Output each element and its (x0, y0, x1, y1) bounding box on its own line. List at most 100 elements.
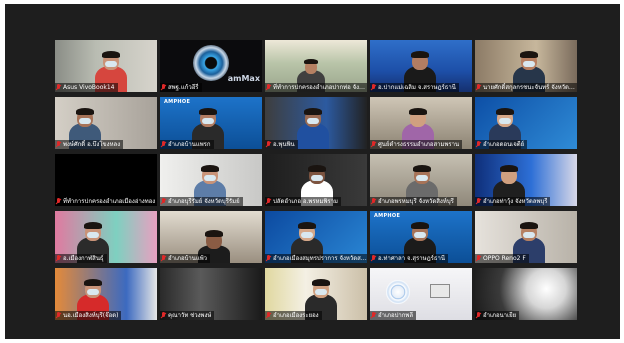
participant-name: อำเภอบ้านแพ้ว (168, 255, 208, 262)
muted-mic-icon (55, 197, 62, 206)
participant-name: ที่ทำการปกครองอำเภอปากท่อ จังหวัดราชบุรี (273, 84, 367, 91)
participant-tile[interactable]: อำเภอปากพลี (370, 268, 472, 320)
face-mask (105, 61, 117, 67)
participant-nameplate: อำเภอเมืองระยอง (265, 311, 322, 320)
participant-name: สพฐ.แก้วอีรี่ (168, 84, 199, 91)
muted-mic-icon (160, 254, 167, 263)
participant-tile[interactable]: อำเภอพรหมบุรี จังหวัดสิงห์บุรี (370, 154, 472, 206)
participant-tile[interactable]: อ.ปากแม่เฉลิม จ.สราษฎร์ธานี (370, 40, 472, 92)
participant-hair (496, 108, 514, 115)
participant-nameplate: สพฐ.แก้วอีรี่ (160, 83, 202, 92)
participant-tile[interactable]: ที่ทำการปกครองอำเภอปากท่อ จังหวัดราชบุรี (265, 40, 367, 92)
participant-nameplate: อำเภอบ้านแพรก (160, 140, 214, 149)
participant-hair (298, 222, 316, 229)
muted-mic-icon (160, 83, 167, 92)
participant-name: อำเภอบุรีรัมย์ จังหวัดบุรีรัมย์ (168, 198, 240, 205)
muted-mic-icon (55, 83, 62, 92)
face-mask (87, 232, 99, 238)
participant-tile[interactable]: นายศักดิ์สกุลกรชนะจันทร์ จังหวัดศรีสะเกษ (475, 40, 577, 92)
video-gallery: Asus VivoBook14 amMax สพฐ.แก้วอีรี่ ที่ทำกา… (5, 4, 620, 339)
muted-mic-icon (55, 311, 62, 320)
face-mask (307, 118, 319, 124)
participant-name: อ.เมืองกาฬสินธุ์ (63, 255, 104, 262)
participant-tile[interactable]: ปลัดอำเภอ อ.พรหมพิราม (265, 154, 367, 206)
participant-nameplate: อำเภอเมืองสมุทรปราการ จังหวัดสมุทรปราการ (265, 254, 367, 263)
participant-tile[interactable]: ที่ทำการปกครองอำเภอเมืองอ่างทอง (55, 154, 157, 206)
participant-name: ปลัดอำเภอ อ.พรหมพิราม (273, 198, 338, 205)
participant-name: ศูนย์ดำรงธรรมอำเภอสามพราน (378, 141, 460, 148)
muted-mic-icon (265, 197, 272, 206)
participant-tile[interactable]: AMPHOE อำเภอบ้านแพรก (160, 97, 262, 149)
participant-nameplate: ที่ทำการปกครองอำเภอเมืองอ่างทอง (55, 197, 157, 206)
participant-hair (520, 222, 538, 229)
face-mask (79, 118, 91, 124)
participant-name: อำเภอท่าวุ้ง จังหวัดลพบุรี (483, 198, 548, 205)
participant-nameplate: ที่ทำการปกครองอำเภอปากท่อ จังหวัดราชบุรี (265, 83, 367, 92)
participant-tile[interactable]: อำเภอเมืองระยอง (265, 268, 367, 320)
muted-mic-icon (370, 83, 377, 92)
participant-tile[interactable]: อ.พุนพิน (265, 97, 367, 149)
participant-hair (102, 51, 120, 58)
participant-nameplate: Asus VivoBook14 (55, 83, 118, 92)
participant-hair (411, 222, 429, 229)
participant-hair (201, 165, 219, 172)
participant-tile[interactable]: นอ.เมืองสิงห์บุรี(จ๊อด) (55, 268, 157, 320)
muted-mic-icon (475, 83, 482, 92)
participant-nameplate: อำเภอบุรีรัมย์ จังหวัดบุรีรัมย์ (160, 197, 243, 206)
participant-nameplate: คุณาวัท ช่วงพงษ์ (160, 311, 215, 320)
amphoe-banner-label: AMPHOE (164, 99, 191, 105)
participant-tile[interactable]: อำเภอดอนเจดีย์ (475, 97, 577, 149)
participant-tile[interactable]: AMPHOE อ.ท่าศาลา จ.สุราษฎร์ธานี (370, 211, 472, 263)
participant-name: พงษ์ศักดิ์ อ.บึงโขงหลง (63, 141, 121, 148)
muted-mic-icon (475, 140, 482, 149)
participant-hair (500, 165, 518, 172)
meeting-window: Asus VivoBook14 amMax สพฐ.แก้วอีรี่ ที่ทำกา… (5, 4, 620, 339)
participant-nameplate: อำเภอดอนเจดีย์ (475, 140, 528, 149)
face-mask (315, 289, 327, 295)
laptop-icon (430, 284, 450, 298)
participant-name: อำเภอเมืองระยอง (273, 312, 319, 319)
participant-tile[interactable]: amMax สพฐ.แก้วอีรี่ (160, 40, 262, 92)
face-mask (416, 175, 428, 181)
participant-hair (76, 108, 94, 115)
face-mask (523, 61, 535, 67)
participant-name: Asus VivoBook14 (63, 84, 115, 91)
webcam-logo-icon (193, 45, 229, 81)
participant-tile[interactable]: พงษ์ศักดิ์ อ.บึงโขงหลง (55, 97, 157, 149)
participant-tile[interactable]: อำเภอเมืองสมุทรปราการ จังหวัดสมุทรปราการ (265, 211, 367, 263)
muted-mic-icon (160, 197, 167, 206)
face-mask (204, 175, 216, 181)
participant-name: ที่ทำการปกครองอำเภอเมืองอ่างทอง (63, 198, 156, 205)
muted-mic-icon (370, 254, 377, 263)
participant-hair (308, 165, 326, 172)
participant-hair (304, 108, 322, 115)
participant-tile[interactable]: อำเภอท่าวุ้ง จังหวัดลพบุรี (475, 154, 577, 206)
muted-mic-icon (265, 140, 272, 149)
face-mask (87, 289, 99, 295)
participant-nameplate: อ.เมืองกาฬสินธุ์ (55, 254, 107, 263)
device-circle-icon (386, 280, 410, 304)
participant-nameplate: อำเภอปากพลี (370, 311, 417, 320)
participant-name: คุณาวัท ช่วงพงษ์ (168, 312, 212, 319)
participant-tile[interactable]: อำเภอบ้านแพ้ว (160, 211, 262, 263)
participant-tile[interactable]: อ.เมืองกาฬสินธุ์ (55, 211, 157, 263)
participant-tile[interactable]: Asus VivoBook14 (55, 40, 157, 92)
muted-mic-icon (370, 197, 377, 206)
participant-nameplate: อำเภอบ้านแพ้ว (160, 254, 211, 263)
participant-nameplate: อ.พุนพิน (265, 140, 298, 149)
participant-tile[interactable]: ศูนย์ดำรงธรรมอำเภอสามพราน (370, 97, 472, 149)
muted-mic-icon (370, 140, 377, 149)
muted-mic-icon (265, 254, 272, 263)
participant-tile[interactable]: อำเภอบุรีรัมย์ จังหวัดบุรีรัมย์ (160, 154, 262, 206)
participant-name: อำเภอนาเยีย (483, 312, 517, 319)
webcam-brand-label: amMax (227, 74, 260, 83)
face-mask (414, 232, 426, 238)
participant-tile[interactable]: คุณาวัท ช่วงพงษ์ (160, 268, 262, 320)
participant-name: นอ.เมืองสิงห์บุรี(จ๊อด) (63, 312, 119, 319)
participant-tile[interactable]: อำเภอนาเยีย (475, 268, 577, 320)
participant-hair (409, 108, 427, 115)
amphoe-banner-label: AMPHOE (374, 213, 401, 219)
participant-nameplate: อำเภอนาเยีย (475, 311, 520, 320)
participant-tile[interactable]: OPPO Reno2 F (475, 211, 577, 263)
participant-nameplate: ศูนย์ดำรงธรรมอำเภอสามพราน (370, 140, 463, 149)
